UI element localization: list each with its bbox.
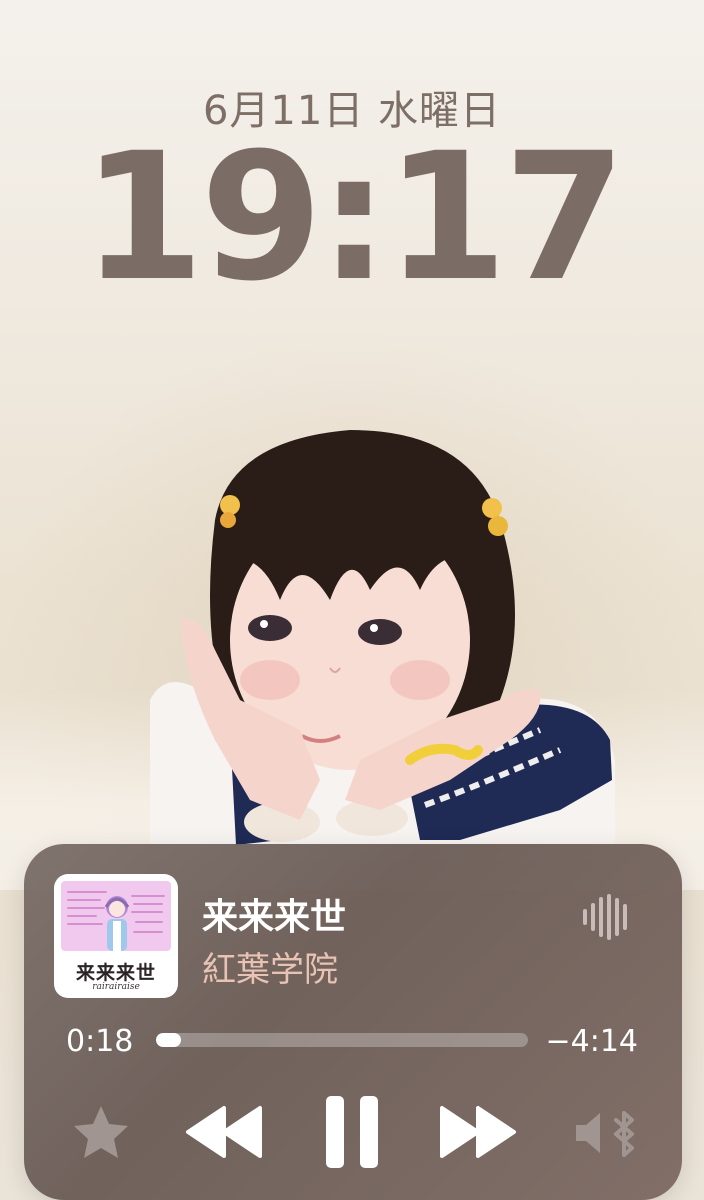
- elapsed-time: 0:18: [66, 1024, 134, 1059]
- star-icon[interactable]: [70, 1102, 132, 1164]
- speaker-muted-bluetooth-icon[interactable]: [572, 1108, 640, 1158]
- artwork-subtitle: rairairaise: [92, 982, 140, 992]
- progress-fill: [156, 1033, 182, 1047]
- pause-icon[interactable]: [320, 1092, 384, 1172]
- album-artwork[interactable]: 来来来世 rairairaise: [54, 874, 178, 998]
- progress-scrubber[interactable]: [156, 1033, 528, 1047]
- artist-name[interactable]: 紅葉学院: [202, 942, 338, 991]
- remaining-time: −4:14: [545, 1024, 638, 1059]
- fast-forward-icon[interactable]: [436, 1102, 520, 1162]
- rewind-icon[interactable]: [182, 1102, 266, 1162]
- now-playing-widget[interactable]: 来来来世 rairairaise 来来来世 紅葉学院 0:18 −4:14: [24, 844, 682, 1200]
- song-title[interactable]: 来来来世: [202, 888, 346, 940]
- artwork-title: 来来来世: [75, 962, 156, 984]
- artwork-illustration: [61, 881, 171, 951]
- audio-waveform-icon[interactable]: [581, 894, 631, 940]
- lockscreen-time: 19:17: [81, 115, 626, 320]
